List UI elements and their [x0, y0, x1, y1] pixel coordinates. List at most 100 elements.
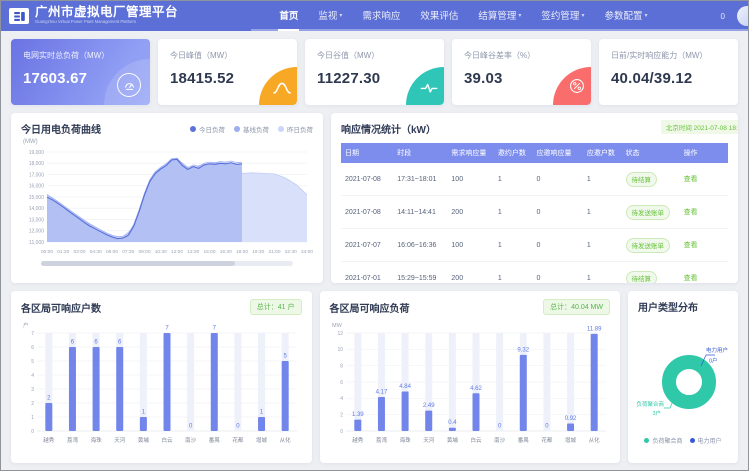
table-cell: 1: [583, 229, 622, 262]
svg-text:3: 3: [31, 387, 34, 393]
response-stats-panel: 响应情况统计（kW） 北京时间 2021-07-08 18:18 日期时段需求响…: [331, 113, 738, 283]
table-cell: 16:06~16:36: [393, 229, 447, 262]
svg-text:2.49: 2.49: [422, 403, 434, 409]
status-badge: 待发送账单: [626, 205, 671, 220]
percent-icon: [569, 78, 585, 99]
svg-text:24:00: 24:00: [301, 249, 313, 255]
nav-monitor[interactable]: 监视▾: [317, 1, 343, 31]
view-link[interactable]: 查看: [684, 209, 698, 216]
table-cell: 15:29~15:59: [393, 262, 447, 284]
svg-text:0户: 0户: [709, 357, 718, 365]
view-link[interactable]: 查看: [684, 176, 698, 183]
table-col-header: 操作: [680, 143, 728, 163]
kpi-today-peak: 今日峰值（MW）18415.52: [158, 39, 297, 105]
table-cell: 200: [447, 196, 493, 229]
legend-item-1[interactable]: 基线负荷: [234, 124, 269, 134]
user-avatar[interactable]: [737, 6, 749, 26]
svg-text:番禺: 番禺: [517, 437, 528, 444]
svg-text:00:00: 00:00: [41, 249, 53, 255]
svg-text:13,000: 13,000: [29, 217, 45, 223]
view-link[interactable]: 查看: [684, 275, 698, 282]
load-chart-legend: 今日负荷基线负荷昨日负荷: [190, 124, 313, 134]
svg-text:4: 4: [31, 373, 34, 379]
response-users-panel: 各区局可响应户数 总计：41 户 户012345672越秀6荔湾6海珠6天河1黄…: [11, 291, 312, 463]
svg-text:4.62: 4.62: [470, 386, 482, 392]
nav-item-label: 签约管理: [541, 8, 579, 22]
status-badge: 待结算: [626, 172, 658, 187]
table-cell: 0: [533, 163, 583, 196]
svg-text:19,000: 19,000: [29, 150, 45, 156]
legend-label: 负荷聚合商: [652, 436, 682, 445]
svg-text:南沙: 南沙: [185, 436, 197, 444]
svg-text:白云: 白云: [470, 436, 482, 444]
svg-text:海珠: 海珠: [91, 436, 103, 444]
response-table: 日期时段需求响应量邀约户数应邀响应量应邀户数状态操作2021-07-0817:3…: [341, 143, 728, 283]
table-cell: 100: [447, 163, 493, 196]
svg-text:6: 6: [340, 380, 343, 386]
nav-settlement[interactable]: 结算管理▾: [477, 1, 522, 31]
table-cell: 1: [494, 262, 533, 284]
svg-text:06:00: 06:00: [106, 249, 118, 255]
table-cell: 1: [494, 163, 533, 196]
svg-text:6: 6: [31, 345, 34, 351]
table-cell: 1: [583, 196, 622, 229]
gauge-icon: [117, 73, 141, 97]
svg-text:16,000: 16,000: [29, 184, 45, 190]
svg-text:荔湾: 荔湾: [375, 436, 387, 444]
kpi-peak-valley-rate: 今日峰谷差率（%）39.03: [452, 39, 591, 105]
svg-text:从化: 从化: [280, 436, 292, 444]
table-cell: 2021-07-08: [341, 196, 393, 229]
response-users-total-badge: 总计：41 户: [250, 299, 302, 315]
chart-zoom-slider[interactable]: [41, 261, 292, 266]
app-window: 广州市虚拟电厂管理平台 Guangzhou Virtual Power Plan…: [0, 0, 749, 471]
chart-zoom-handle[interactable]: [41, 261, 234, 266]
svg-text:12,000: 12,000: [29, 229, 45, 235]
bottom-row: 各区局可响应户数 总计：41 户 户012345672越秀6荔湾6海珠6天河1黄…: [11, 291, 738, 463]
nav-demand-response[interactable]: 需求响应: [361, 1, 401, 31]
svg-text:0: 0: [31, 429, 34, 435]
svg-text:04:30: 04:30: [90, 249, 102, 255]
legend-dot: [690, 438, 695, 443]
status-cell: 待发送账单: [622, 229, 680, 262]
main-nav: 首页监视▾需求响应效果评估结算管理▾签约管理▾参数配置▾: [269, 1, 657, 31]
svg-text:5: 5: [31, 359, 34, 365]
view-link[interactable]: 查看: [684, 242, 698, 249]
table-col-header: 日期: [341, 143, 393, 163]
table-row: 2021-07-0817:31~18:01100101待结算查看: [341, 163, 728, 196]
kpi-today-valley: 今日谷值（MW）11227.30: [305, 39, 444, 105]
donut-legend-item-1[interactable]: 电力用户: [690, 436, 722, 445]
notification-count[interactable]: 0: [721, 12, 725, 21]
nav-home[interactable]: 首页: [278, 1, 299, 31]
table-col-header: 状态: [622, 143, 680, 163]
action-cell: 查看: [680, 163, 728, 196]
nav-contract[interactable]: 签约管理▾: [540, 1, 585, 31]
svg-text:4: 4: [340, 396, 343, 402]
chevron-down-icon: ▾: [518, 12, 521, 19]
svg-text:户: 户: [23, 321, 29, 329]
legend-item-2[interactable]: 昨日负荷: [278, 124, 313, 134]
response-stats-title: 响应情况统计（kW）: [341, 121, 436, 136]
nav-evaluation[interactable]: 效果评估: [419, 1, 459, 31]
response-users-title: 各区局可响应户数: [21, 300, 101, 315]
status-cell: 待结算: [622, 163, 680, 196]
beijing-time-chip: 北京时间 2021-07-08 18:18: [661, 120, 738, 134]
nav-config[interactable]: 参数配置▾: [603, 1, 648, 31]
legend-item-0[interactable]: 今日负荷: [190, 124, 225, 134]
svg-text:07:30: 07:30: [122, 249, 134, 255]
chevron-down-icon: ▾: [581, 12, 584, 19]
status-cell: 待结算: [622, 262, 680, 284]
legend-label: 今日负荷: [199, 124, 225, 134]
donut-legend-item-0[interactable]: 负荷聚合商: [644, 436, 682, 445]
svg-text:白云: 白云: [161, 436, 173, 444]
svg-text:电力用户: 电力用户: [706, 346, 728, 354]
table-cell: 0: [533, 196, 583, 229]
users-bar-chart: 户012345672越秀6荔湾6海珠6天河1黄埔7白云0南沙7番禺0花都1增城5…: [21, 319, 301, 453]
load-area-chart: 11,00012,00013,00014,00015,00016,00017,0…: [21, 146, 313, 258]
table-row: 2021-07-0115:29~15:59200101待结算查看: [341, 262, 728, 284]
svg-text:9.32: 9.32: [517, 347, 529, 353]
table-cell: 2021-07-01: [341, 262, 393, 284]
svg-text:从化: 从化: [588, 436, 600, 444]
legend-dot: [190, 126, 196, 132]
svg-text:天河: 天河: [423, 436, 435, 444]
kpi-response-capability: 日前/实时响应能力（MW）40.04/39.12: [599, 39, 738, 105]
